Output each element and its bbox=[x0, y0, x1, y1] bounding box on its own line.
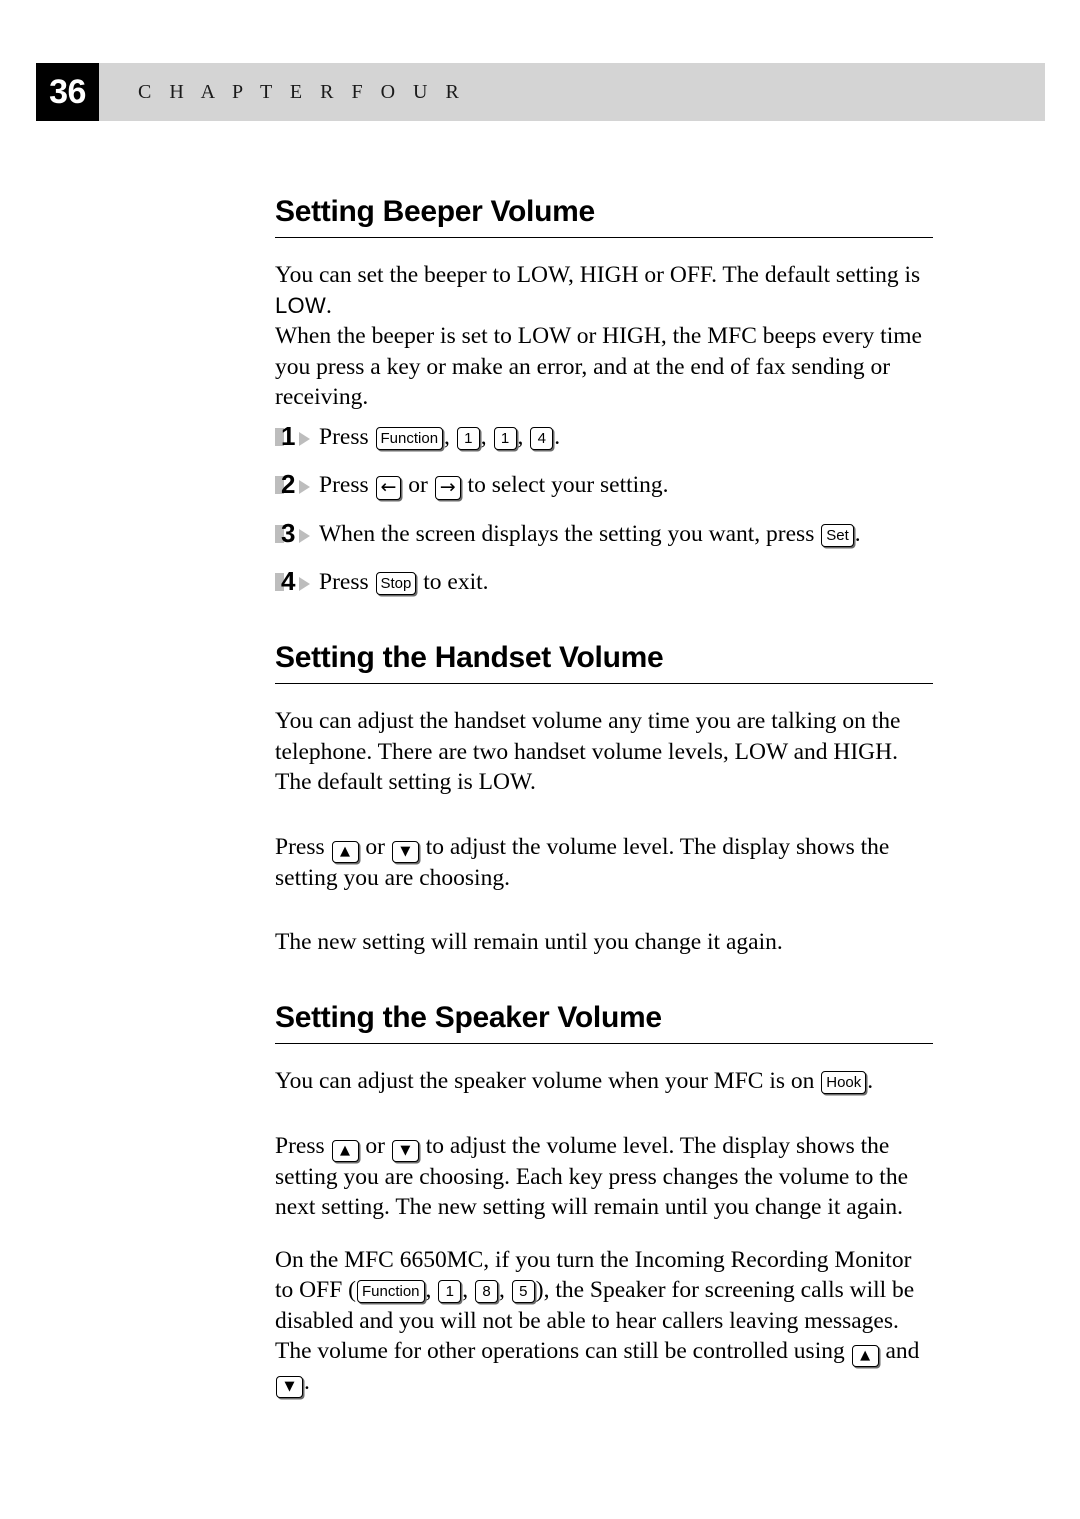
step-item: 4 Press Stop to exit. bbox=[275, 567, 933, 598]
key-digit-1[interactable]: 1 bbox=[438, 1280, 462, 1304]
key-digit-5[interactable]: 5 bbox=[511, 1280, 535, 1304]
page-header: 36 C H A P T E R F O U R bbox=[36, 63, 1045, 121]
step-text-pre: Press bbox=[319, 423, 375, 450]
handset-paragraph-1: You can adjust the handset volume any ti… bbox=[275, 708, 901, 796]
speaker-paragraph-1: You can adjust the speaker volume when y… bbox=[275, 1066, 933, 1097]
handset-paragraph-3: The new setting will remain until you ch… bbox=[275, 929, 783, 956]
beeper-volume-steps: 1 Press Function, 1, 1, 4. 2 Press ← or … bbox=[275, 422, 933, 598]
key-function[interactable]: Function bbox=[356, 1280, 425, 1304]
handset-p2-pre: Press bbox=[275, 833, 331, 860]
step-number: 1 bbox=[281, 420, 296, 451]
content-column: Setting Beeper Volume You can set the be… bbox=[275, 195, 933, 1399]
step-text-post: to exit. bbox=[417, 569, 489, 596]
step-text-pre: Press bbox=[319, 569, 375, 596]
key-down-arrow-icon[interactable]: ▼ bbox=[276, 1376, 303, 1399]
key-set[interactable]: Set bbox=[821, 523, 854, 547]
beeper-intro-text-1: You can set the beeper to LOW, HIGH or O… bbox=[275, 262, 921, 289]
key-function[interactable]: Function bbox=[375, 426, 444, 450]
step-text: Press Stop to exit. bbox=[319, 569, 489, 596]
step-sep-2: , bbox=[480, 423, 493, 450]
beeper-intro-text-3: When the beeper is set to LOW or HIGH, t… bbox=[275, 323, 922, 411]
step-text: Press Function, 1, 1, 4. bbox=[319, 424, 560, 450]
speaker-p1-post: . bbox=[867, 1068, 874, 1095]
step-text-pre: When the screen displays the setting you… bbox=[319, 520, 821, 547]
key-down-arrow-icon[interactable]: ▼ bbox=[391, 840, 419, 863]
key-up-arrow-icon[interactable]: ▲ bbox=[331, 840, 359, 863]
step-sep-3: , bbox=[517, 423, 530, 450]
step-sep-or: or bbox=[402, 472, 434, 499]
step-text: When the screen displays the setting you… bbox=[319, 521, 861, 547]
handset-paragraph-2: Press ▲ or ▼ to adjust the volume level.… bbox=[275, 832, 933, 894]
step-item: 2 Press ← or → to select your setting. bbox=[275, 470, 933, 501]
page-number: 36 bbox=[49, 72, 86, 111]
key-up-arrow-icon[interactable]: ▲ bbox=[331, 1139, 359, 1162]
speaker-p3-sep3: , bbox=[499, 1277, 511, 1304]
page-number-box: 36 bbox=[36, 63, 99, 121]
beeper-intro-paragraph: You can set the beeper to LOW, HIGH or O… bbox=[275, 260, 933, 413]
key-right-arrow-icon[interactable]: → bbox=[434, 476, 461, 501]
speaker-paragraph-2: Press ▲ or ▼ to adjust the volume level.… bbox=[275, 1131, 933, 1223]
speaker-p3-sep1: , bbox=[425, 1277, 438, 1304]
key-down-arrow-icon[interactable]: ▼ bbox=[391, 1139, 419, 1162]
speaker-p2-mid: or bbox=[359, 1132, 391, 1159]
step-text-post: . bbox=[854, 520, 861, 547]
step-text-post: . bbox=[554, 423, 561, 450]
step-item: 3 When the screen displays the setting y… bbox=[275, 519, 933, 550]
key-hook[interactable]: Hook bbox=[821, 1071, 867, 1095]
key-up-arrow-icon[interactable]: ▲ bbox=[851, 1345, 879, 1368]
document-page: { "header": { "page_number": "36", "chap… bbox=[0, 0, 1080, 1519]
step-sep-1: , bbox=[444, 423, 456, 450]
step-text-post: to select your setting. bbox=[461, 472, 669, 499]
beeper-intro-text-2: . bbox=[326, 292, 332, 319]
step-number: 3 bbox=[281, 517, 296, 548]
key-stop[interactable]: Stop bbox=[375, 572, 417, 596]
step-text-pre: Press bbox=[319, 472, 375, 499]
handset-p2-mid: or bbox=[359, 833, 391, 860]
speaker-p1-pre: You can adjust the speaker volume when y… bbox=[275, 1068, 821, 1095]
speaker-p3-sep2: , bbox=[462, 1277, 475, 1304]
step-number: 2 bbox=[281, 469, 296, 500]
step-number: 4 bbox=[281, 566, 296, 597]
step-text: Press ← or → to select your setting. bbox=[319, 472, 669, 501]
speaker-p3-d: . bbox=[304, 1369, 310, 1396]
speaker-p2-pre: Press bbox=[275, 1132, 331, 1159]
key-digit-1b[interactable]: 1 bbox=[493, 426, 517, 450]
key-digit-1[interactable]: 1 bbox=[456, 426, 480, 450]
section-heading-handset-volume: Setting the Handset Volume bbox=[275, 641, 933, 685]
section-heading-speaker-volume: Setting the Speaker Volume bbox=[275, 1001, 933, 1045]
chapter-label: C H A P T E R F O U R bbox=[138, 80, 466, 103]
section-heading-beeper-volume: Setting Beeper Volume bbox=[275, 195, 933, 239]
speaker-p3-c: and bbox=[879, 1338, 920, 1365]
beeper-default-setting-value: LOW bbox=[275, 292, 327, 318]
step-item: 1 Press Function, 1, 1, 4. bbox=[275, 422, 933, 453]
speaker-paragraph-3: On the MFC 6650MC, if you turn the Incom… bbox=[275, 1245, 933, 1399]
key-left-arrow-icon[interactable]: ← bbox=[375, 476, 402, 501]
key-digit-4[interactable]: 4 bbox=[530, 426, 554, 450]
chapter-bar: C H A P T E R F O U R bbox=[99, 63, 1045, 121]
key-digit-8[interactable]: 8 bbox=[475, 1280, 499, 1304]
